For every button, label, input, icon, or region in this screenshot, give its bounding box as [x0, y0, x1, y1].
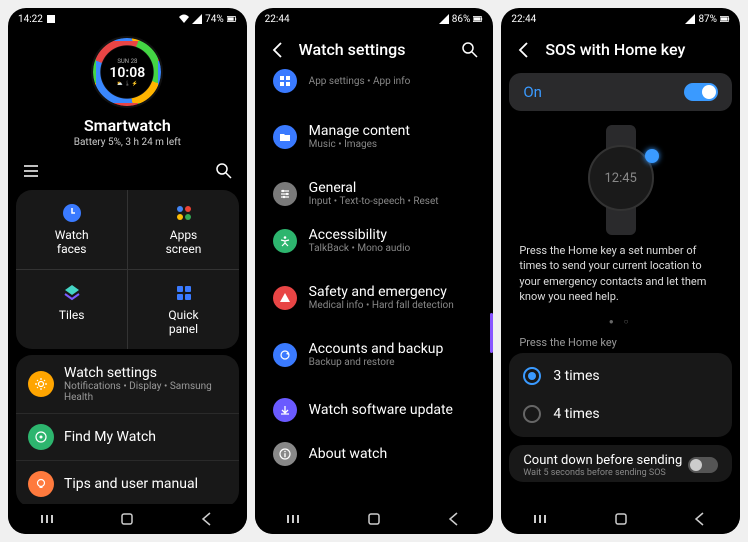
option-3-times[interactable]: 3 times — [509, 357, 732, 395]
settings-list: App settings • App info Manage contentMu… — [255, 69, 494, 476]
item-accessibility[interactable]: AccessibilityTalkBack • Mono audio — [261, 217, 488, 264]
quickpanel-icon — [173, 282, 195, 304]
item-software-update[interactable]: Watch software update — [261, 388, 488, 432]
tiles-icon — [61, 282, 83, 304]
status-bar: 22:44 86% — [255, 8, 494, 30]
item-watch-settings[interactable]: Watch settingsNotifications • Display • … — [16, 355, 239, 414]
grid-quick-panel[interactable]: Quick panel — [127, 269, 238, 349]
page-indicator: ● ○ — [501, 309, 740, 334]
gear-icon — [34, 377, 48, 391]
status-battery: 74% — [205, 14, 224, 25]
back-icon[interactable] — [692, 511, 708, 527]
wifi-icon — [179, 14, 189, 24]
back-icon[interactable] — [515, 41, 533, 59]
battery-status: Battery 5%, 3 h 24 m left — [8, 137, 247, 148]
signal-icon — [192, 14, 202, 24]
item-find-my-watch[interactable]: Find My Watch — [16, 414, 239, 461]
grid-watch-faces[interactable]: Watch faces — [16, 190, 127, 269]
back-icon[interactable] — [269, 41, 287, 59]
download-icon — [279, 404, 291, 416]
home-icon[interactable] — [613, 511, 629, 527]
grid-tiles[interactable]: Tiles — [16, 269, 127, 349]
recent-apps-icon[interactable] — [533, 511, 549, 527]
sync-icon — [279, 349, 291, 361]
home-icon[interactable] — [366, 511, 382, 527]
item-tips-manual[interactable]: Tips and user manual — [16, 461, 239, 507]
device-name: Smartwatch — [8, 116, 247, 135]
header: SOS with Home key — [501, 30, 740, 69]
item-general[interactable]: GeneralInput • Text-to-speech • Reset — [261, 170, 488, 217]
item-apps[interactable]: App settings • App info — [261, 69, 488, 103]
screen-watch-settings: 22:44 86% Watch settings App settings • … — [255, 8, 494, 534]
radio-icon — [523, 405, 541, 423]
signal-icon — [685, 14, 695, 24]
status-bar: 22:44 87% — [501, 8, 740, 30]
press-count-options: 3 times 4 times — [509, 353, 732, 437]
info-icon — [279, 448, 291, 460]
battery-icon — [720, 14, 730, 24]
warning-icon — [279, 292, 291, 304]
folder-icon — [279, 131, 291, 143]
section-label: Press the Home key — [501, 334, 740, 351]
main-list: Watch settingsNotifications • Display • … — [16, 355, 239, 507]
item-manage-content[interactable]: Manage contentMusic • Images — [261, 113, 488, 160]
search-icon[interactable] — [215, 162, 233, 180]
back-icon[interactable] — [446, 511, 462, 527]
toggle-switch[interactable] — [684, 83, 718, 101]
item-about-watch[interactable]: About watch — [261, 432, 488, 476]
radio-icon — [523, 367, 541, 385]
accessibility-icon — [279, 235, 291, 247]
nav-bar — [501, 504, 740, 534]
screen-sos-home-key: 22:44 87% SOS with Home key On 12:45 Pre… — [501, 8, 740, 534]
page-title: Watch settings — [299, 40, 450, 59]
item-accounts-backup[interactable]: Accounts and backupBackup and restore — [261, 331, 488, 378]
signal-icon — [439, 14, 449, 24]
location-icon — [34, 430, 48, 444]
bulb-icon — [34, 477, 48, 491]
grid-apps-screen[interactable]: Apps screen — [127, 190, 238, 269]
recent-apps-icon[interactable] — [286, 511, 302, 527]
description-text: Press the Home key a set number of times… — [501, 239, 740, 309]
home-icon[interactable] — [119, 511, 135, 527]
watchface-preview[interactable]: SUN 28 10:08 ⛅ 🌡 ⚡ — [91, 36, 163, 108]
battery-icon — [227, 14, 237, 24]
master-toggle-row[interactable]: On — [509, 73, 732, 111]
nav-bar — [255, 504, 494, 534]
watchface-icon — [61, 202, 83, 224]
sliders-icon — [279, 188, 291, 200]
status-time: 14:22 — [18, 14, 43, 25]
item-safety-emergency[interactable]: Safety and emergencyMedical info • Hard … — [261, 274, 488, 321]
notif-icon — [46, 14, 56, 24]
status-bar: 14:22 74% — [8, 8, 247, 30]
countdown-toggle[interactable] — [688, 457, 718, 473]
nav-bar — [8, 504, 247, 534]
header: Watch settings — [255, 30, 494, 69]
quick-grid: Watch faces Apps screen Tiles Quick pane… — [16, 190, 239, 349]
countdown-row[interactable]: Count down before sending Wait 5 seconds… — [509, 445, 732, 482]
watch-illustration: 12:45 — [501, 115, 740, 239]
page-title: SOS with Home key — [545, 40, 726, 59]
apps-grid-icon — [279, 75, 291, 87]
search-icon[interactable] — [461, 41, 479, 59]
menu-icon[interactable] — [22, 162, 40, 180]
apps-icon — [173, 202, 195, 224]
edge-panel-handle[interactable] — [490, 313, 493, 353]
screen-home: 14:22 74% SUN 28 10:08 ⛅ 🌡 ⚡ Smartwatch … — [8, 8, 247, 534]
recent-apps-icon[interactable] — [40, 511, 56, 527]
battery-icon — [473, 14, 483, 24]
option-4-times[interactable]: 4 times — [509, 395, 732, 433]
back-icon[interactable] — [199, 511, 215, 527]
toggle-label: On — [523, 83, 542, 101]
home-key-highlight — [645, 149, 659, 163]
